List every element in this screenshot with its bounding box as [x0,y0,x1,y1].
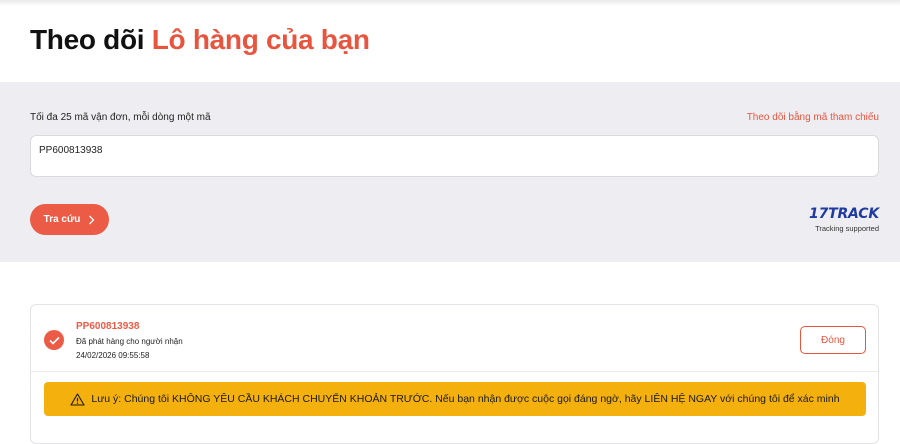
page-title-accent: Lô hàng của bạn [151,24,370,55]
warning-text: Lưu ý: Chúng tôi KHÔNG YÊU CẦU KHÁCH CHU… [91,393,840,405]
check-circle-icon [44,330,64,350]
track-by-reference-link[interactable]: Theo dõi bằng mã tham chiếu [747,112,879,123]
close-button[interactable]: Đóng [800,326,866,354]
search-button-label: Tra cứu [43,214,81,225]
chevron-right-icon [89,215,95,224]
divider [31,371,878,372]
page-title-plain: Theo dõi [30,24,145,55]
17track-logo-text: 17TRACK [809,206,879,222]
result-status: Đã phát hàng cho người nhận [76,337,183,346]
17track-logo: 17TRACK Tracking supported [809,207,879,233]
tracking-number-input[interactable]: PP600813938 [30,135,879,177]
scam-warning-banner: Lưu ý: Chúng tôi KHÔNG YÊU CẦU KHÁCH CHU… [44,382,866,416]
top-shadow-bar [0,0,900,6]
warning-triangle-icon [70,392,85,406]
search-panel: Tối đa 25 mã vận đơn, mỗi dòng một mã Th… [0,82,900,262]
result-card: PP600813938 Đã phát hàng cho người nhận … [30,304,879,444]
result-tracking-number[interactable]: PP600813938 [76,321,139,332]
input-hint: Tối đa 25 mã vận đơn, mỗi dòng một mã [30,112,211,123]
page-title: Theo dõi Lô hàng của bạn [30,22,370,58]
result-timestamp: 24/02/2026 09:55:58 [76,351,150,360]
tracking-supported-text: Tracking supported [815,224,879,233]
search-button[interactable]: Tra cứu [30,204,109,235]
